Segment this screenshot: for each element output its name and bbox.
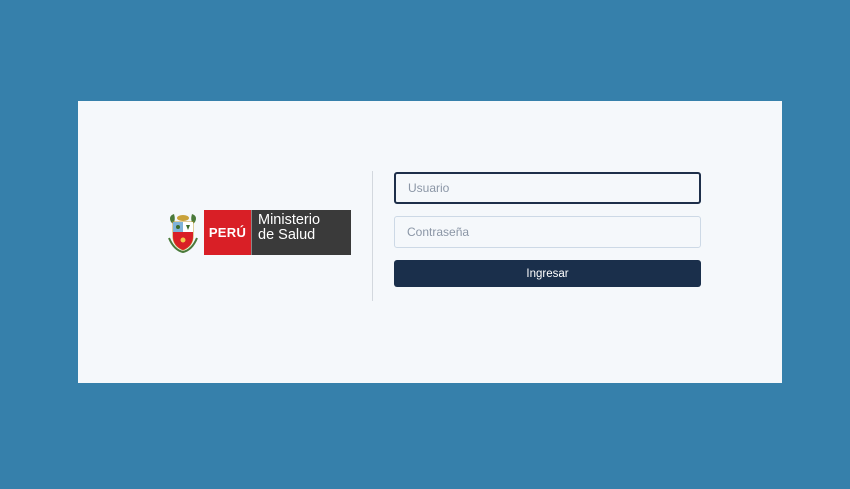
login-card: PERÚ Ministerio de Salud Ingresar	[78, 101, 782, 383]
vertical-divider	[372, 171, 373, 301]
peru-label: PERÚ	[204, 210, 251, 255]
minsa-logo: PERÚ Ministerio de Salud	[166, 210, 354, 255]
password-input[interactable]	[394, 216, 701, 248]
ministry-label: Ministerio de Salud	[251, 210, 351, 255]
login-button[interactable]: Ingresar	[394, 260, 701, 287]
ministry-line-2: de Salud	[258, 227, 316, 243]
coat-of-arms-icon	[166, 210, 200, 255]
username-input[interactable]	[394, 172, 701, 204]
ministry-line-1: Ministerio	[258, 212, 321, 228]
